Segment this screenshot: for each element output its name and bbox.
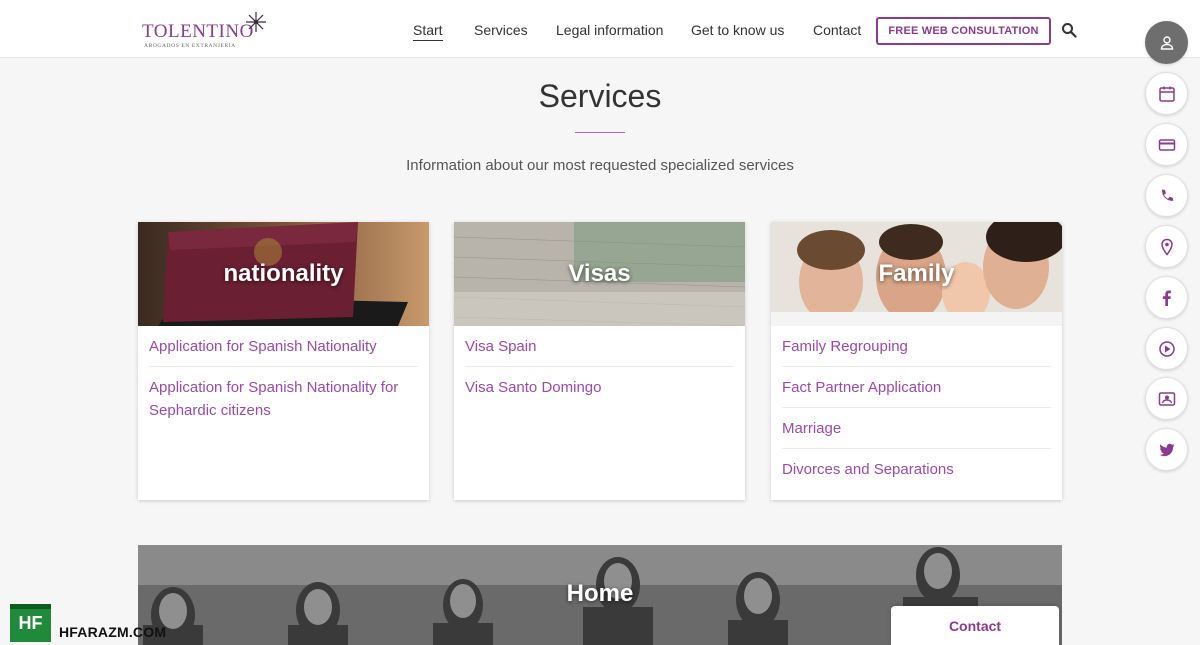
visas-image[interactable]: Visas (454, 222, 745, 326)
service-link[interactable]: Application for Spanish Nationality (149, 326, 418, 367)
service-link[interactable]: Visa Santo Domingo (465, 367, 734, 407)
service-link[interactable]: Family Regrouping (782, 326, 1051, 367)
play-icon[interactable] (1145, 327, 1188, 370)
logo-title: TOLENTINO (142, 21, 254, 42)
contact-tab[interactable]: Contact (891, 606, 1059, 645)
watermark: HF HFARAZM.COM (10, 604, 210, 642)
watermark-logo: HF (10, 604, 51, 642)
service-link[interactable]: Application for Spanish Nationality for … (149, 367, 418, 430)
section-title: Services (538, 78, 662, 114)
image-icon[interactable] (1145, 377, 1188, 420)
facebook-icon[interactable] (1145, 276, 1188, 319)
nav-get-to-know-us[interactable]: Get to know us (691, 22, 784, 38)
service-card-family: Family Family Regrouping Fact Partner Ap… (771, 222, 1062, 500)
service-card-nationality: nationality Application for Spanish Nati… (138, 222, 429, 500)
section-divider (575, 132, 625, 133)
banner-title: Home (566, 580, 634, 607)
service-link[interactable]: Marriage (782, 408, 1051, 449)
nav-legal-information[interactable]: Legal information (556, 22, 663, 38)
nav-contact[interactable]: Contact (813, 22, 861, 38)
watermark-text: HFARAZM.COM (59, 624, 167, 640)
service-link[interactable]: Fact Partner Application (782, 367, 1051, 408)
nav-start[interactable]: Start (413, 22, 443, 41)
site-logo[interactable]: TOLENTINO ABOGADOS EN EXTRANJERÍA (142, 12, 267, 49)
service-card-visas: Visas Visa Spain Visa Santo Domingo (454, 222, 745, 500)
credit-card-icon[interactable] (1145, 123, 1188, 166)
site-header: TOLENTINO ABOGADOS EN EXTRANJERÍA Start … (0, 0, 1200, 58)
nav-services[interactable]: Services (474, 22, 528, 38)
service-link[interactable]: Divorces and Separations (782, 449, 1051, 489)
phone-icon[interactable] (1145, 174, 1188, 217)
card-title-visas: Visas (568, 260, 631, 287)
logo-subtitle: ABOGADOS EN EXTRANJERÍA (144, 43, 236, 49)
user-icon[interactable] (1145, 21, 1188, 64)
search-icon[interactable] (1061, 22, 1077, 38)
star-icon (246, 12, 266, 32)
location-pin-icon[interactable] (1145, 225, 1188, 268)
family-image[interactable]: Family (771, 222, 1062, 326)
card-title-family: Family (878, 260, 955, 287)
nationality-image[interactable]: nationality (138, 222, 429, 326)
free-consultation-button[interactable]: FREE WEB CONSULTATION (876, 17, 1051, 45)
card-title-nationality: nationality (223, 260, 344, 287)
section-subtitle: Information about our most requested spe… (406, 157, 794, 174)
twitter-icon[interactable] (1145, 428, 1188, 471)
service-link[interactable]: Visa Spain (465, 326, 734, 367)
calendar-icon[interactable] (1145, 72, 1188, 115)
